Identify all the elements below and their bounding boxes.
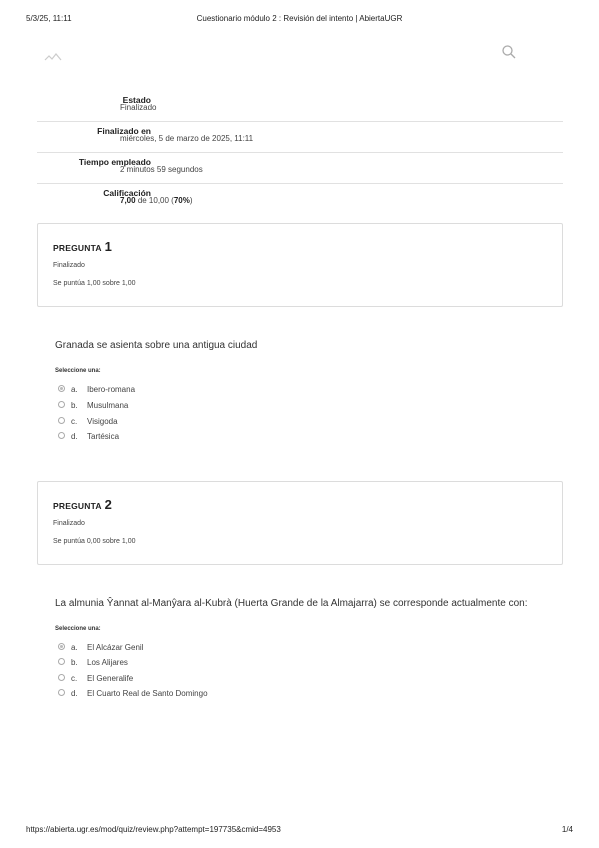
question-info-1: PREGUNTA 1 Finalizado Se puntúa 1,00 sobr…	[37, 223, 563, 307]
radio-icon[interactable]	[58, 658, 65, 666]
answer-label: Tartésica	[87, 432, 120, 441]
answer-option[interactable]: a. El Alcázar Genil	[58, 643, 143, 655]
select-hint: Seleccione una:	[55, 626, 101, 632]
radio-icon[interactable]	[58, 643, 65, 651]
question-info-2: PREGUNTA 2 Finalizado Se puntúa 0,00 sobr…	[37, 481, 563, 565]
question-state: Finalizado	[53, 262, 85, 269]
radio-icon[interactable]	[58, 432, 65, 440]
answer-option[interactable]: b. Musulmana	[58, 401, 128, 413]
question-text-2: La almunia Ŷannat al-Manŷara al-Kubrà (H…	[55, 598, 528, 609]
summary-row-time: Tiempo empleado 2 minutos 59 segundos	[37, 153, 563, 184]
search-icon[interactable]	[502, 45, 516, 59]
question-text-1: Granada se asienta sobre una antigua ciu…	[55, 340, 258, 351]
radio-icon[interactable]	[58, 417, 65, 425]
answer-label: Visigoda	[87, 417, 118, 426]
print-footer: https://abierta.ugr.es/mod/quiz/review.p…	[26, 825, 573, 837]
grade-score: 7,00	[120, 196, 136, 205]
grade-percent: 70%	[173, 196, 190, 205]
summary-value: Finalizado	[120, 103, 157, 112]
radio-icon[interactable]	[58, 385, 65, 393]
select-hint: Seleccione una:	[55, 368, 101, 374]
answer-label: El Alcázar Genil	[87, 643, 144, 652]
answer-letter: c.	[71, 674, 78, 683]
grade-of: de 10,00	[137, 196, 169, 205]
attempt-summary-table: Estado Finalizado Finalizado en miércole…	[37, 91, 563, 218]
question-number: 1	[104, 239, 113, 254]
answer-label: El Generalife	[87, 674, 134, 683]
question-state: Finalizado	[53, 520, 85, 527]
answer-option[interactable]: d. El Cuarto Real de Santo Domingo	[58, 689, 208, 701]
answer-letter: b.	[71, 401, 78, 410]
question-grade: Se puntúa 1,00 sobre 1,00	[53, 280, 136, 287]
summary-value: miércoles, 5 de marzo de 2025, 11:11	[120, 134, 254, 143]
print-page-title: Cuestionario módulo 2 : Revisión del int…	[196, 14, 403, 23]
question-heading: PREGUNTA 2	[53, 497, 112, 512]
radio-icon[interactable]	[58, 689, 65, 697]
answer-letter: d.	[71, 432, 78, 441]
print-page-number: 1/4	[561, 825, 573, 834]
answer-letter: b.	[71, 658, 78, 667]
question-heading: PREGUNTA 1	[53, 239, 112, 254]
answer-option[interactable]: c. El Generalife	[58, 674, 133, 686]
summary-value: 2 minutos 59 segundos	[120, 165, 203, 174]
answer-label: Musulmana	[87, 401, 129, 410]
answer-label: Los Alijares	[87, 658, 128, 667]
radio-icon[interactable]	[58, 674, 65, 682]
question-number: 2	[104, 497, 113, 512]
question-heading-label: PREGUNTA	[53, 243, 102, 253]
answer-option[interactable]: a. Ibero-romana	[58, 385, 135, 397]
print-header: 5/3/25, 11:11 Cuestionario módulo 2 : Re…	[26, 14, 573, 26]
summary-row-finished: Finalizado en miércoles, 5 de marzo de 2…	[37, 122, 563, 153]
answer-option[interactable]: d. Tartésica	[58, 432, 119, 444]
answer-letter: a.	[71, 643, 78, 652]
answer-letter: c.	[71, 417, 78, 426]
summary-row-state: Estado Finalizado	[37, 91, 563, 122]
answer-letter: d.	[71, 689, 78, 698]
answer-option[interactable]: c. Visigoda	[58, 417, 118, 429]
question-grade: Se puntúa 0,00 sobre 1,00	[53, 538, 136, 545]
ugr-logo-icon[interactable]	[44, 50, 62, 62]
answer-label: Ibero-romana	[87, 385, 136, 394]
summary-grade-value: 7,00 de 10,00 (70%)	[120, 196, 193, 205]
print-url: https://abierta.ugr.es/mod/quiz/review.p…	[26, 825, 281, 834]
answer-option[interactable]: b. Los Alijares	[58, 658, 128, 670]
answer-letter: a.	[71, 385, 78, 394]
question-heading-label: PREGUNTA	[53, 501, 102, 511]
answer-label: El Cuarto Real de Santo Domingo	[87, 689, 208, 698]
radio-icon[interactable]	[58, 401, 65, 409]
summary-row-grade: Calificación 7,00 de 10,00 (70%)	[37, 184, 563, 218]
